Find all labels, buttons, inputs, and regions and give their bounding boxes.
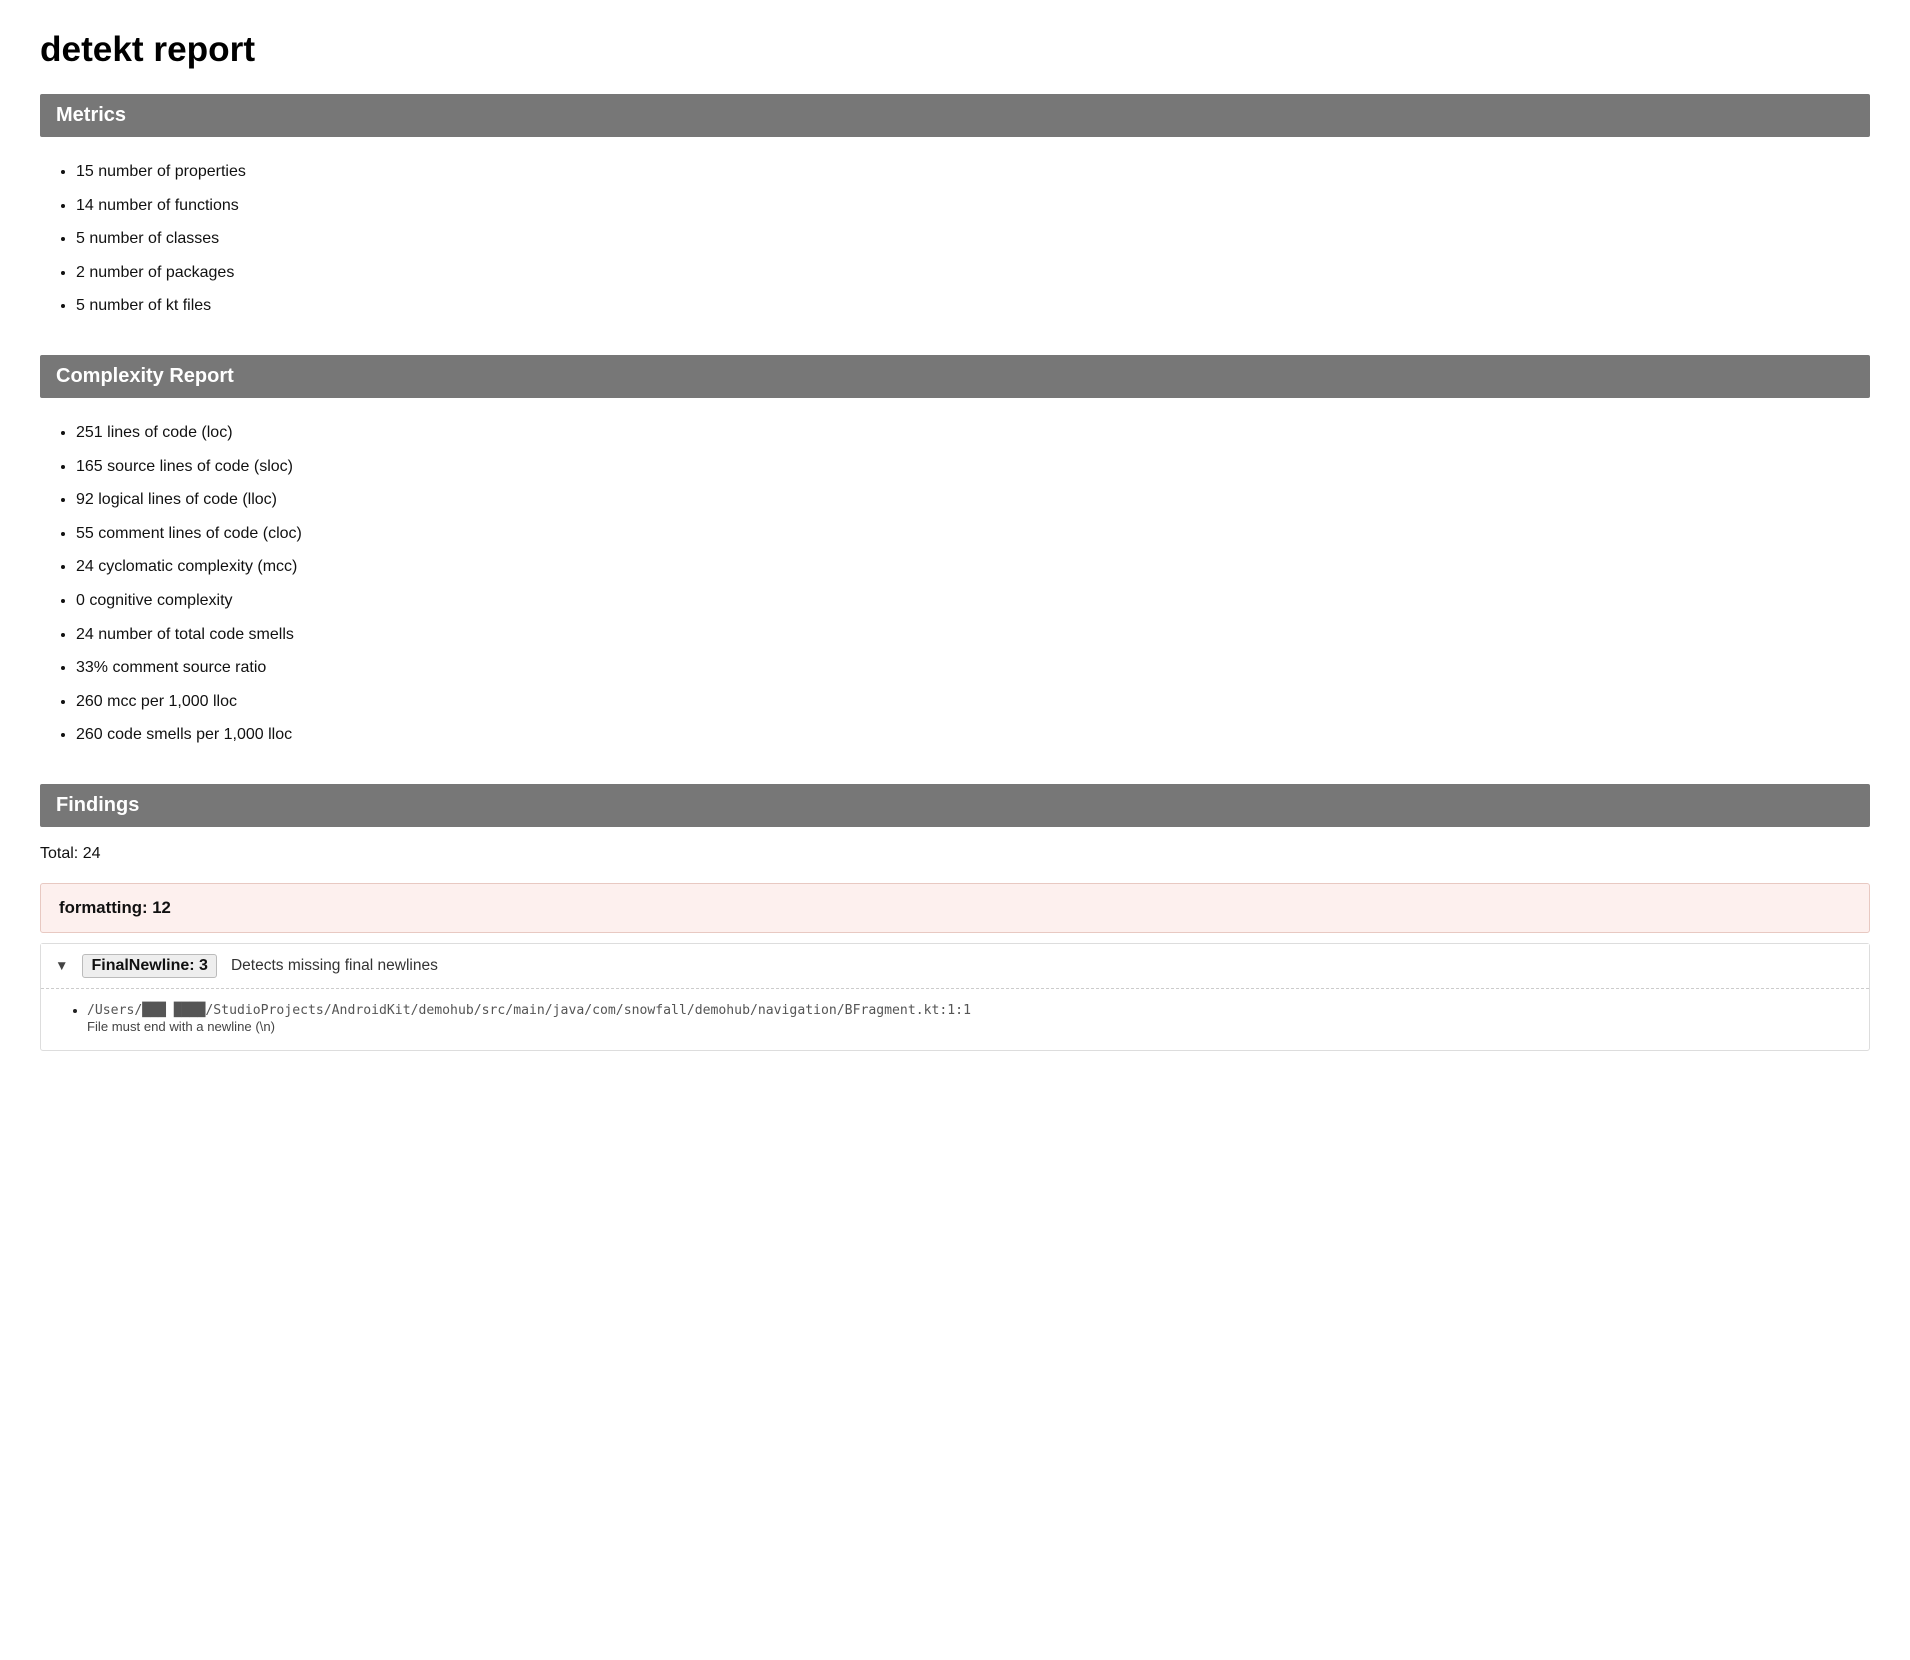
file-note: File must end with a newline (\n) — [87, 1019, 1859, 1034]
list-item: 260 code smells per 1,000 lloc — [76, 718, 1870, 752]
list-item: 5 number of kt files — [76, 289, 1870, 323]
list-item: 92 logical lines of code (lloc) — [76, 483, 1870, 517]
list-item: 15 number of properties — [76, 155, 1870, 189]
list-item: 2 number of packages — [76, 256, 1870, 290]
finding-items-list: /Users/███ ████/StudioProjects/AndroidKi… — [77, 989, 1869, 1050]
file-path: /Users/███ ████/StudioProjects/AndroidKi… — [87, 1003, 971, 1018]
finding-rule: ▼ FinalNewline: 3 Detects missing final … — [40, 943, 1870, 1051]
complexity-list: 251 lines of code (loc) 165 source lines… — [76, 416, 1870, 752]
page-title: detekt report — [40, 30, 1870, 70]
metrics-header: Metrics — [40, 94, 1870, 137]
list-item: 251 lines of code (loc) — [76, 416, 1870, 450]
list-item: 24 cyclomatic complexity (mcc) — [76, 550, 1870, 584]
list-item: 24 number of total code smells — [76, 618, 1870, 652]
list-item: 14 number of functions — [76, 189, 1870, 223]
complexity-section: Complexity Report 251 lines of code (loc… — [40, 355, 1870, 752]
findings-total: Total: 24 — [40, 845, 1870, 863]
findings-section: Findings Total: 24 formatting: 12 ▼ Fina… — [40, 784, 1870, 1051]
list-item: 33% comment source ratio — [76, 651, 1870, 685]
finding-rule-header[interactable]: ▼ FinalNewline: 3 Detects missing final … — [41, 944, 1869, 989]
metrics-section: Metrics 15 number of properties 14 numbe… — [40, 94, 1870, 323]
findings-header: Findings — [40, 784, 1870, 827]
metrics-list: 15 number of properties 14 number of fun… — [76, 155, 1870, 323]
list-item: 0 cognitive complexity — [76, 584, 1870, 618]
arrow-down-icon: ▼ — [55, 958, 68, 973]
list-item: 260 mcc per 1,000 lloc — [76, 685, 1870, 719]
list-item: 165 source lines of code (sloc) — [76, 450, 1870, 484]
rule-description: Detects missing final newlines — [231, 957, 438, 975]
complexity-header: Complexity Report — [40, 355, 1870, 398]
list-item: 5 number of classes — [76, 222, 1870, 256]
list-item: /Users/███ ████/StudioProjects/AndroidKi… — [87, 1003, 1859, 1034]
finding-group: formatting: 12 — [40, 883, 1870, 933]
rule-name-badge: FinalNewline: 3 — [82, 954, 216, 978]
list-item: 55 comment lines of code (cloc) — [76, 517, 1870, 551]
